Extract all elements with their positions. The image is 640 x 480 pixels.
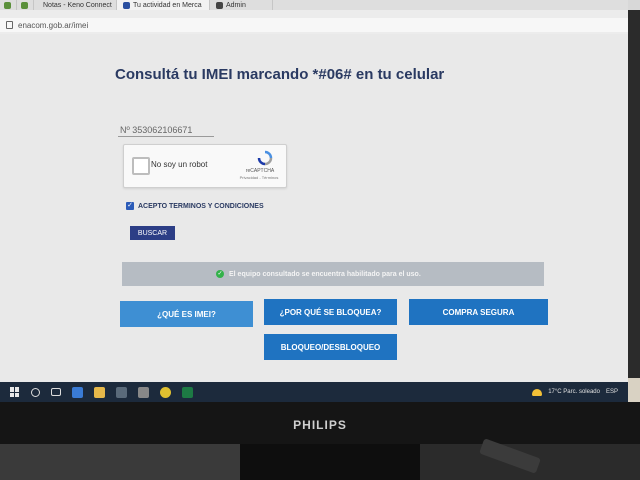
taskbar: 17°C Parc. soleado ESP [0, 382, 628, 402]
weather-text[interactable]: 17°C Parc. soleado [548, 389, 600, 395]
monitor-stand [240, 444, 420, 480]
tab-favicon-icon [21, 1, 28, 9]
url-text: enacom.gob.ar/imei [18, 20, 89, 30]
browser-tab-strip: Notas - Keno Connect Tu actividad en Mer… [0, 0, 628, 10]
imei-input[interactable] [118, 123, 214, 137]
safe-purchase-button[interactable]: COMPRA SEGURA [409, 299, 548, 325]
weather-icon[interactable] [532, 388, 543, 396]
system-tray: 17°C Parc. soleado ESP [532, 382, 618, 402]
tab-favicon-icon [123, 1, 130, 9]
what-is-imei-button[interactable]: ¿QUÉ ES IMEI? [120, 301, 253, 327]
desk-surface [0, 444, 240, 480]
lock-unlock-button[interactable]: BLOQUEO/DESBLOQUEO [264, 334, 397, 360]
chrome-icon[interactable] [160, 386, 171, 398]
tab-1[interactable] [17, 0, 34, 10]
page-title: Consultá tu IMEI marcando *#06# en tu ce… [115, 66, 445, 83]
windows-start-icon[interactable] [10, 387, 20, 397]
status-banner: ✓ El equipo consultado se encuentra habi… [122, 262, 544, 286]
language-indicator[interactable]: ESP [606, 389, 618, 395]
tab-label: Notas - Keno Connect [43, 1, 112, 9]
accept-terms-label: ACEPTO TERMINOS Y CONDICIONES [138, 202, 264, 210]
tab-admin[interactable]: Admin [210, 0, 273, 10]
excel-icon[interactable] [182, 386, 193, 398]
tab-mercado[interactable]: Tu actividad en Merca [117, 0, 210, 10]
monitor-brand-logo: PHILIPS [293, 418, 347, 432]
tab-label: Admin [226, 1, 246, 9]
recaptcha-checkbox[interactable] [132, 157, 150, 175]
file-explorer-icon[interactable] [94, 386, 105, 398]
accept-terms[interactable]: ✓ ACEPTO TERMINOS Y CONDICIONES [126, 202, 264, 210]
why-blocked-button[interactable]: ¿POR QUÉ SE BLOQUEA? [264, 299, 397, 325]
tab-label: Tu actividad en Merca [133, 1, 202, 9]
status-text: El equipo consultado se encuentra habili… [229, 270, 421, 278]
recaptcha-terms[interactable]: Privacidad - Términos [232, 175, 286, 180]
edge-icon[interactable] [72, 386, 83, 398]
address-bar[interactable]: enacom.gob.ar/imei [0, 18, 628, 32]
app-icon[interactable] [138, 386, 149, 398]
lock-icon [6, 21, 13, 29]
check-circle-icon: ✓ [216, 270, 224, 278]
task-view-icon[interactable] [51, 388, 61, 396]
recaptcha-logo-icon [257, 150, 273, 166]
recaptcha-widget: No soy un robot reCAPTCHA Privacidad - T… [123, 144, 287, 188]
recaptcha-label: No soy un robot [151, 160, 208, 169]
checkmark-icon[interactable]: ✓ [126, 202, 134, 210]
search-button[interactable]: BUSCAR [130, 226, 175, 240]
tab-0[interactable] [0, 0, 17, 10]
store-icon[interactable] [116, 386, 127, 398]
tab-favicon-icon [4, 1, 11, 9]
recaptcha-brand: reCAPTCHA [245, 168, 275, 174]
tab-notas[interactable]: Notas - Keno Connect [34, 0, 117, 10]
web-page: Consultá tu IMEI marcando *#06# en tu ce… [0, 34, 628, 382]
tab-favicon-icon [216, 1, 223, 9]
monitor-screen: Notas - Keno Connect Tu actividad en Mer… [0, 0, 628, 402]
search-icon[interactable] [31, 387, 40, 397]
